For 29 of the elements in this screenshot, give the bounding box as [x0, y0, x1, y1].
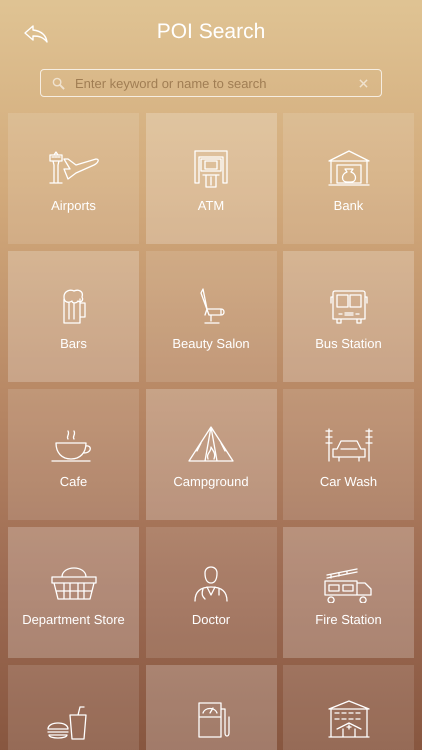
back-icon[interactable]: [24, 25, 48, 43]
screen-title: POI Search: [156, 20, 266, 44]
category-tile[interactable]: Bank: [283, 113, 414, 244]
category-label: Bank: [334, 198, 364, 213]
category-label: Car Wash: [320, 474, 378, 489]
clear-icon[interactable]: [359, 79, 368, 88]
category-tile[interactable]: Department Store: [8, 527, 139, 658]
category-tile[interactable]: Bars: [8, 251, 139, 382]
category-tile[interactable]: ATM: [146, 113, 276, 244]
category-label: Beauty Salon: [172, 336, 250, 351]
category-label: Doctor: [192, 612, 230, 627]
category-label: Bus Station: [315, 336, 382, 351]
category-label: Airports: [51, 198, 96, 213]
category-tile[interactable]: Campground: [146, 389, 276, 520]
category-tile[interactable]: Beauty Salon: [146, 251, 276, 382]
category-tile[interactable]: Fire Station: [283, 527, 414, 658]
category-tile[interactable]: Bus Station: [283, 251, 414, 382]
category-tile[interactable]: Car Wash: [283, 389, 414, 520]
category-label: Campground: [173, 474, 249, 489]
category-label: ATM: [198, 198, 224, 213]
category-label: Cafe: [60, 474, 88, 489]
search-field[interactable]: Enter keyword or name to search: [40, 69, 382, 97]
category-label: Fire Station: [315, 612, 382, 627]
search-icon: [52, 77, 65, 90]
category-label: Department Store: [22, 612, 125, 627]
category-tile[interactable]: Airports: [8, 113, 139, 244]
category-label: Bars: [60, 336, 87, 351]
category-tile[interactable]: Cafe: [8, 389, 139, 520]
category-tile[interactable]: Doctor: [146, 527, 276, 658]
